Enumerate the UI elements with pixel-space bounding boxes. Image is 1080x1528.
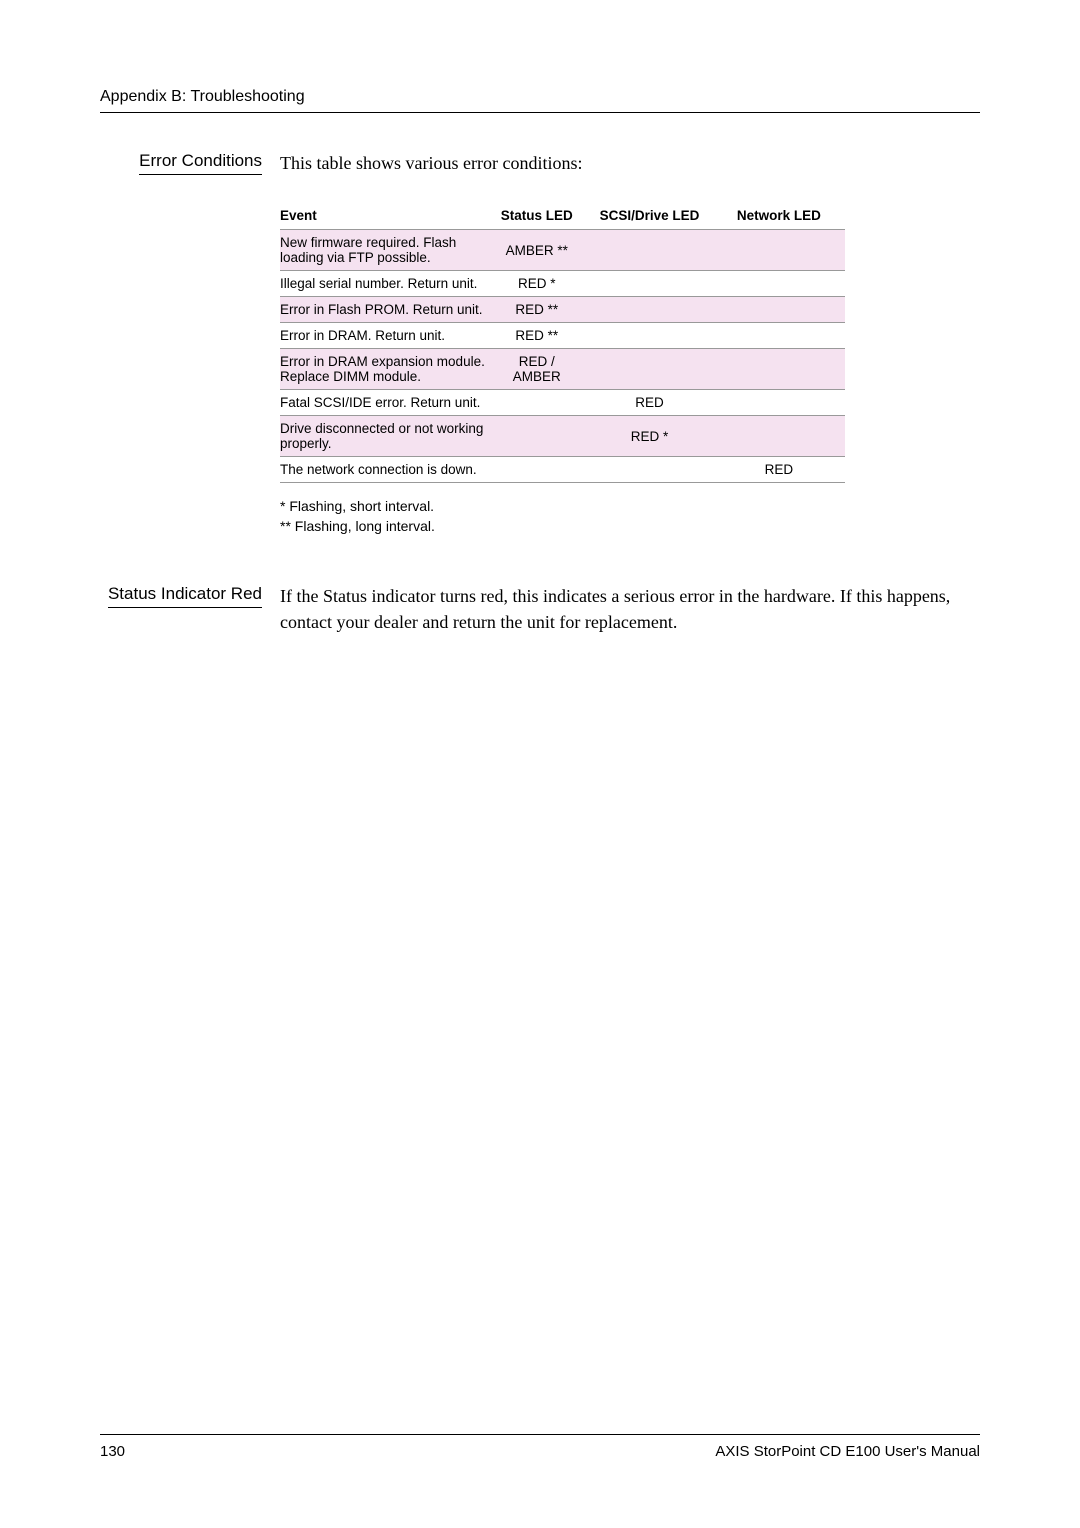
table-row: Illegal serial number. Return unit.RED * — [280, 271, 845, 297]
cell-status-led: RED ** — [495, 297, 586, 323]
table-row: Error in Flash PROM. Return unit.RED ** — [280, 297, 845, 323]
cell-event: Illegal serial number. Return unit. — [280, 271, 495, 297]
cell-scsi-led — [586, 323, 721, 349]
cell-scsi-led — [586, 297, 721, 323]
cell-scsi-led — [586, 271, 721, 297]
cell-network-led — [721, 349, 845, 390]
status-red-body: If the Status indicator turns red, this … — [280, 584, 980, 634]
page-number: 130 — [100, 1443, 125, 1460]
cell-event: The network connection is down. — [280, 457, 495, 483]
cell-status-led — [495, 457, 586, 483]
cell-event: Error in DRAM. Return unit. — [280, 323, 495, 349]
th-event: Event — [280, 202, 495, 230]
section-heading-status-red: Status Indicator Red — [108, 584, 262, 608]
section-intro: This table shows various error condition… — [280, 151, 980, 176]
cell-status-led — [495, 390, 586, 416]
table-row: Drive disconnected or not working proper… — [280, 416, 845, 457]
cell-event: Fatal SCSI/IDE error. Return unit. — [280, 390, 495, 416]
cell-scsi-led: RED * — [586, 416, 721, 457]
table-row: Error in DRAM expansion module. Replace … — [280, 349, 845, 390]
cell-network-led — [721, 323, 845, 349]
page-header: Appendix B: Troubleshooting — [100, 88, 980, 113]
th-scsi: SCSI/Drive LED — [586, 202, 721, 230]
section-body-col: If the Status indicator turns red, this … — [280, 584, 980, 634]
th-status: Status LED — [495, 202, 586, 230]
section-error-conditions: Error Conditions This table shows variou… — [100, 151, 980, 536]
table-legend: * Flashing, short interval. ** Flashing,… — [280, 497, 980, 536]
section-status-red: Status Indicator Red If the Status indic… — [100, 584, 980, 634]
cell-network-led — [721, 416, 845, 457]
cell-event: Error in Flash PROM. Return unit. — [280, 297, 495, 323]
cell-scsi-led — [586, 349, 721, 390]
table-row: The network connection is down. RED — [280, 457, 845, 483]
cell-status-led: RED / AMBER — [495, 349, 586, 390]
cell-scsi-led: RED — [586, 390, 721, 416]
cell-status-led — [495, 416, 586, 457]
cell-status-led: RED ** — [495, 323, 586, 349]
cell-event: Error in DRAM expansion module. Replace … — [280, 349, 495, 390]
table-row: Fatal SCSI/IDE error. Return unit. RED — [280, 390, 845, 416]
cell-status-led: RED * — [495, 271, 586, 297]
th-network: Network LED — [721, 202, 845, 230]
footer-title: AXIS StorPoint CD E100 User's Manual — [715, 1443, 980, 1460]
cell-network-led — [721, 297, 845, 323]
section-heading-col: Error Conditions — [100, 151, 280, 536]
section-heading-col: Status Indicator Red — [100, 584, 280, 634]
cell-network-led — [721, 230, 845, 271]
page-footer: 130 AXIS StorPoint CD E100 User's Manual — [100, 1434, 980, 1460]
table-row: Error in DRAM. Return unit.RED ** — [280, 323, 845, 349]
cell-scsi-led — [586, 457, 721, 483]
section-heading-error: Error Conditions — [139, 151, 262, 175]
cell-event: New firmware required. Flash loading via… — [280, 230, 495, 271]
cell-network-led — [721, 390, 845, 416]
cell-network-led: RED — [721, 457, 845, 483]
legend-line-1: * Flashing, short interval. — [280, 497, 980, 517]
header-title: Appendix B: Troubleshooting — [100, 88, 305, 105]
table-row: New firmware required. Flash loading via… — [280, 230, 845, 271]
cell-network-led — [721, 271, 845, 297]
cell-status-led: AMBER ** — [495, 230, 586, 271]
cell-event: Drive disconnected or not working proper… — [280, 416, 495, 457]
cell-scsi-led — [586, 230, 721, 271]
error-table-container: Event Status LED SCSI/Drive LED Network … — [280, 202, 980, 536]
section-body-col: This table shows various error condition… — [280, 151, 980, 536]
legend-line-2: ** Flashing, long interval. — [280, 517, 980, 537]
page-container: Appendix B: Troubleshooting Error Condit… — [0, 0, 1080, 1528]
error-conditions-table: Event Status LED SCSI/Drive LED Network … — [280, 202, 845, 483]
